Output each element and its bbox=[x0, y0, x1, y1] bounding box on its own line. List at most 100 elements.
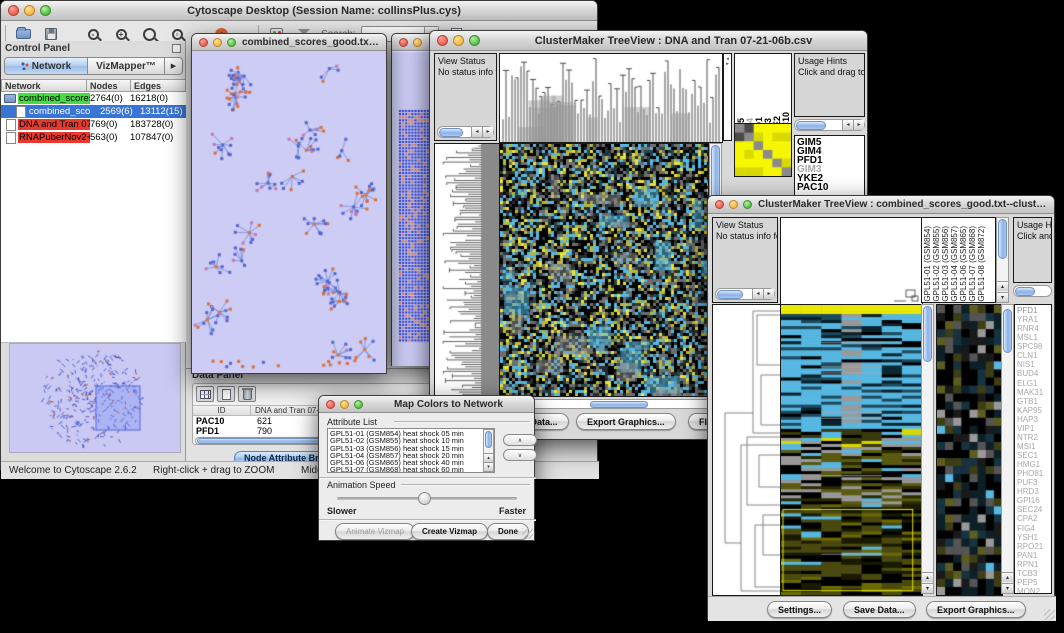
gene-label[interactable]: RPO21 bbox=[1017, 542, 1051, 551]
attribute-item[interactable]: GPL51-07 (GSM868) heat shock 60 min bbox=[330, 466, 492, 473]
minimize-button[interactable] bbox=[729, 200, 738, 209]
arrow-left-icon[interactable]: ◂ bbox=[752, 289, 763, 299]
scrollbar-thumb[interactable] bbox=[796, 121, 826, 130]
network-list-row[interactable]: RNAPuberNov2+| 563(0) 107847(0) bbox=[1, 131, 186, 144]
column-label[interactable]: GPL51-03 (GSM856) bbox=[941, 226, 950, 302]
column-edges[interactable]: Edges bbox=[131, 79, 186, 92]
gene-label[interactable]: PEP5 bbox=[1017, 578, 1051, 587]
view-status-scrollbar[interactable]: ◂ ▸ bbox=[715, 288, 775, 300]
gene-label[interactable]: MON2 bbox=[1017, 587, 1051, 594]
close-button[interactable] bbox=[199, 38, 208, 47]
network-canvas-1[interactable] bbox=[192, 51, 386, 373]
treeview-combined-title-bar[interactable]: ClusterMaker TreeView : combined_scores_… bbox=[708, 196, 1054, 214]
network-list-row[interactable]: combined_scores_ 2764(0) 16218(0) bbox=[1, 92, 186, 105]
heatmap-combined-vscrollbar[interactable]: ▴ ▾ bbox=[921, 304, 934, 594]
select-attributes-button[interactable] bbox=[196, 386, 214, 402]
move-up-button[interactable]: ∧ bbox=[503, 434, 537, 446]
scrollbar-thumb[interactable] bbox=[717, 290, 743, 299]
column-label[interactable]: GPL51-02 (GSM855) bbox=[932, 226, 941, 302]
animate-vizmap-button[interactable]: Animate Vizmap bbox=[335, 523, 415, 540]
gene-label[interactable]: CPA2 bbox=[1017, 514, 1051, 523]
gene-list-vscrollbar[interactable]: ▴ ▾ bbox=[1001, 304, 1014, 594]
slider-thumb[interactable] bbox=[418, 492, 431, 505]
gene-label[interactable]: PAN1 bbox=[1017, 551, 1051, 560]
row-dendrogram-combined[interactable] bbox=[712, 304, 782, 596]
gene-label[interactable]: VIP1 bbox=[1017, 424, 1051, 433]
network-overview-panel[interactable] bbox=[9, 343, 181, 453]
gene-label[interactable]: MSI1 bbox=[1017, 442, 1051, 451]
minimize-button[interactable] bbox=[213, 38, 222, 47]
arrow-right-icon[interactable]: ▸ bbox=[763, 289, 774, 299]
zoom-button[interactable] bbox=[354, 400, 363, 409]
zoom-heatmap-combined[interactable] bbox=[936, 304, 1003, 596]
create-vizmap-button[interactable]: Create Vizmap bbox=[411, 523, 488, 540]
scrollbar-thumb[interactable] bbox=[590, 401, 648, 408]
column-label[interactable]: GPL51-08 (GSM872) bbox=[977, 226, 986, 302]
heatmap-dna[interactable] bbox=[499, 143, 709, 397]
gene-label[interactable]: HRD3 bbox=[1017, 487, 1051, 496]
column-dendrogram-combined[interactable] bbox=[780, 217, 923, 305]
export-graphics-button[interactable]: Export Graphics... bbox=[926, 601, 1026, 618]
gene-label[interactable]: HMG1 bbox=[1017, 460, 1051, 469]
gene-label[interactable]: PFD1 bbox=[1017, 306, 1051, 315]
attribute-list-vscrollbar[interactable]: ▴ ▾ bbox=[483, 429, 494, 472]
column-dendrogram-dna[interactable] bbox=[499, 53, 723, 143]
arrow-right-icon[interactable]: ▸ bbox=[482, 127, 493, 137]
gene-label[interactable]: YRA1 bbox=[1017, 315, 1051, 324]
arrow-down-icon[interactable]: ▾ bbox=[1002, 583, 1013, 593]
close-button[interactable] bbox=[399, 38, 408, 47]
main-title-bar[interactable]: Cytoscape Desktop (Session Name: collins… bbox=[1, 1, 597, 21]
arrow-up-icon[interactable]: ▴ bbox=[484, 453, 493, 462]
scrollbar-thumb[interactable] bbox=[923, 306, 932, 362]
gene-label[interactable]: RNR4 bbox=[1017, 324, 1051, 333]
move-down-button[interactable]: ∨ bbox=[503, 449, 537, 461]
close-button[interactable] bbox=[437, 35, 448, 46]
column-network[interactable]: Network bbox=[1, 79, 87, 92]
zoom-button[interactable] bbox=[743, 200, 752, 209]
close-button[interactable] bbox=[326, 400, 335, 409]
pane-scroll-strip[interactable]: ◂▸ bbox=[723, 53, 732, 141]
tab-network[interactable]: Network bbox=[4, 57, 88, 75]
arrow-left-icon[interactable]: ◂ bbox=[471, 127, 482, 137]
arrow-down-icon[interactable]: ▾ bbox=[484, 462, 493, 471]
treeview-dna-title-bar[interactable]: ClusterMaker TreeView : DNA and Tran 07-… bbox=[430, 31, 867, 51]
gene-label[interactable]: HAP3 bbox=[1017, 415, 1051, 424]
arrow-up-icon[interactable]: ▴ bbox=[922, 572, 933, 582]
gene-label[interactable]: NTR2 bbox=[1017, 433, 1051, 442]
gene-label[interactable]: TCB3 bbox=[1017, 569, 1051, 578]
column-id[interactable]: ID bbox=[193, 406, 251, 415]
gene-label[interactable]: PUF3 bbox=[1017, 478, 1051, 487]
gene-label[interactable]: RPN1 bbox=[1017, 560, 1051, 569]
gene-label[interactable]: MSL1 bbox=[1017, 333, 1051, 342]
tab-overflow[interactable]: ▶ bbox=[165, 57, 183, 75]
gene-label[interactable]: YSH1 bbox=[1017, 533, 1051, 542]
scrollbar-thumb[interactable] bbox=[1015, 287, 1035, 296]
gene-label[interactable]: BUD4 bbox=[1017, 369, 1051, 378]
row-label[interactable]: PAC10 bbox=[797, 183, 864, 192]
resize-grip[interactable] bbox=[1044, 609, 1055, 620]
minimize-button[interactable] bbox=[24, 5, 35, 16]
gene-label[interactable]: KAP95 bbox=[1017, 406, 1051, 415]
gene-label[interactable]: ELG1 bbox=[1017, 379, 1051, 388]
settings-button[interactable]: Settings... bbox=[767, 601, 832, 618]
minimize-button[interactable] bbox=[413, 38, 422, 47]
zoom-button[interactable] bbox=[469, 35, 480, 46]
scrollbar-thumb[interactable] bbox=[439, 128, 463, 137]
top-pane-vscrollbar[interactable]: ▴ ▾ bbox=[996, 217, 1009, 303]
arrow-down-icon[interactable]: ▾ bbox=[997, 292, 1008, 302]
close-button[interactable] bbox=[715, 200, 724, 209]
network-list-row[interactable]: DNA and Tran 07 769(0) 183728(0) bbox=[1, 118, 186, 131]
arrow-down-icon[interactable]: ▾ bbox=[922, 583, 933, 593]
column-label[interactable]: GPL51-06 (GSM865) bbox=[959, 226, 968, 302]
gene-label[interactable]: PHO81 bbox=[1017, 469, 1051, 478]
resize-grip[interactable] bbox=[522, 528, 533, 539]
view-status-scrollbar[interactable]: ◂ ▸ bbox=[437, 126, 494, 138]
gene-label[interactable]: CLN1 bbox=[1017, 351, 1051, 360]
column-nodes[interactable]: Nodes bbox=[87, 79, 131, 92]
gene-label[interactable]: SPC98 bbox=[1017, 342, 1051, 351]
arrow-up-icon[interactable]: ▴ bbox=[997, 281, 1008, 291]
new-attribute-button[interactable] bbox=[217, 386, 235, 402]
zoom-button[interactable] bbox=[227, 38, 236, 47]
similarity-matrix-thumbnail[interactable] bbox=[734, 123, 792, 177]
column-label[interactable]: GPL51-04 (GSM857) bbox=[950, 226, 959, 302]
